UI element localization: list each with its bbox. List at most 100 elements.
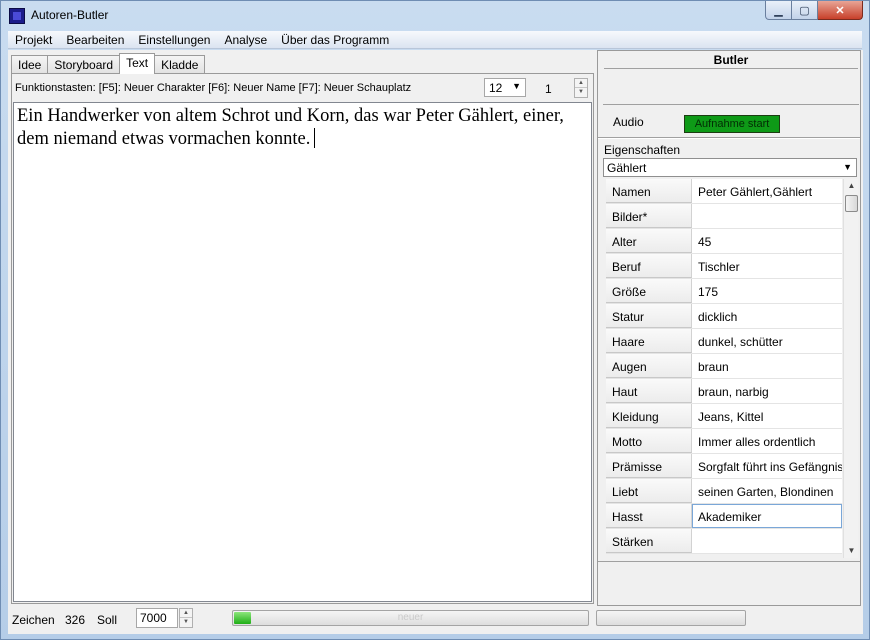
character-select[interactable]: Gählert ▼ [603,158,857,177]
target-input[interactable]: 7000 [136,608,178,628]
property-row: Bilder* [606,204,842,229]
property-value[interactable]: Sorgfalt führt ins Gefängnis [692,454,842,478]
property-row: Liebt seinen Garten, Blondinen [606,479,842,504]
property-value[interactable] [692,204,842,228]
properties-label: Eigenschaften [604,143,681,157]
property-value[interactable]: Peter Gählert,Gählert [692,179,842,203]
property-name: Haare [606,329,692,353]
tab-storyboard[interactable]: Storyboard [47,55,121,73]
property-name: Kleidung [606,404,692,428]
property-name: Motto [606,429,692,453]
editor-text: Ein Handwerker von altem Schrot und Korn… [17,106,564,149]
property-row: Haare dunkel, schütter [606,329,842,354]
stepper-up-icon[interactable]: ▲ [575,79,587,88]
secondary-progress-bar [596,610,746,626]
property-name: Prämisse [606,454,692,478]
stepper-down-icon[interactable]: ▼ [575,88,587,97]
property-value[interactable]: 45 [692,229,842,253]
property-name: Statur [606,304,692,328]
property-name: Namen [606,179,692,203]
property-value[interactable]: braun, narbig [692,379,842,403]
stepper-up-icon[interactable]: ▲ [180,609,192,618]
target-label: Soll [97,613,118,627]
property-row: Prämisse Sorgfalt führt ins Gefängnis [606,454,842,479]
minimize-icon: ▁ [774,4,783,17]
tab-text[interactable]: Text [119,53,156,74]
progress-bar: neuer [232,610,589,626]
divider [598,137,860,139]
property-row: Haut braun, narbig [606,379,842,404]
tab-idee[interactable]: Idee [11,55,49,73]
property-value[interactable]: Immer alles ordentlich [692,429,842,453]
property-row: Augen braun [606,354,842,379]
property-value[interactable]: seinen Garten, Blondinen [692,479,842,503]
butler-title: Butler [604,53,858,69]
font-size-value: 12 [489,81,503,95]
page-number: 1 [545,82,552,96]
property-name: Augen [606,354,692,378]
property-name: Größe [606,279,692,303]
property-name: Stärken [606,529,692,553]
maximize-icon: ▢ [799,4,810,17]
dropdown-arrow-icon: ▼ [843,162,852,172]
record-start-button[interactable]: Aufnahme start [684,115,780,133]
property-value[interactable]: dunkel, schütter [692,329,842,353]
title-bar[interactable]: Autoren-Butler ▁ ▢ ✕ [1,1,869,30]
text-panel: Funktionstasten: [F5]: Neuer Charakter [… [11,73,594,604]
function-keys-hint: Funktionstasten: [F5]: Neuer Charakter [… [15,82,412,94]
property-name: Bilder* [606,204,692,228]
property-value[interactable] [692,529,842,553]
property-row: Stärken [606,529,842,554]
maximize-button[interactable]: ▢ [792,1,818,20]
property-value[interactable]: Akademiker [692,504,842,528]
menu-about[interactable]: Über das Programm [274,33,396,47]
stepper-down-icon[interactable]: ▼ [180,618,192,627]
scroll-thumb[interactable] [845,195,858,212]
property-row: Hasst Akademiker [606,504,842,529]
close-icon: ✕ [835,4,845,17]
character-select-value: Gählert [607,161,647,175]
property-row: Namen Peter Gählert,Gählert [606,179,842,204]
target-stepper[interactable]: ▲ ▼ [179,608,193,628]
properties-scrollbar[interactable]: ▲ ▼ [843,179,858,558]
app-window: Autoren-Butler ▁ ▢ ✕ Projekt Bearbeiten … [0,0,870,640]
status-bar: Zeichen 326 Soll 7000 ▲ ▼ neuer [8,606,863,634]
minimize-button[interactable]: ▁ [765,1,792,20]
property-name: Haut [606,379,692,403]
property-row: Größe 175 [606,279,842,304]
close-button[interactable]: ✕ [818,1,863,20]
property-value[interactable]: braun [692,354,842,378]
property-value[interactable]: 175 [692,279,842,303]
menu-analyse[interactable]: Analyse [217,33,274,47]
tab-kladde[interactable]: Kladde [154,55,206,73]
chars-count: 326 [65,613,86,627]
property-name: Liebt [606,479,692,503]
menu-projekt[interactable]: Projekt [8,33,59,47]
menu-bearbeiten[interactable]: Bearbeiten [59,33,131,47]
text-editor[interactable]: Ein Handwerker von altem Schrot und Korn… [13,102,592,602]
font-size-select[interactable]: 12 ▼ [484,78,526,97]
scroll-up-icon[interactable]: ▲ [844,179,859,193]
scroll-down-icon[interactable]: ▼ [844,544,859,558]
butler-panel: Butler Audio Aufnahme start Eigenschafte… [597,50,861,606]
text-caret [314,128,316,148]
menu-einstellungen[interactable]: Einstellungen [131,33,217,47]
menu-bar: Projekt Bearbeiten Einstellungen Analyse… [8,31,862,49]
property-value[interactable]: Jeans, Kittel [692,404,842,428]
page-stepper[interactable]: ▲ ▼ [574,78,588,98]
property-value[interactable]: Tischler [692,254,842,278]
chars-label: Zeichen [12,613,55,627]
butler-message-area [603,69,859,105]
property-name: Beruf [606,254,692,278]
window-title: Autoren-Butler [31,8,109,22]
progress-text: neuer [397,612,424,623]
dropdown-arrow-icon: ▼ [512,81,521,91]
butler-bottom-area [598,561,860,605]
tab-strip: Idee Storyboard Text Kladde [11,53,206,74]
properties-grid: Namen Peter Gählert,Gählert Bilder* Alte… [606,179,842,558]
property-value[interactable]: dicklich [692,304,842,328]
audio-label: Audio [613,115,644,129]
property-row: Motto Immer alles ordentlich [606,429,842,454]
property-row: Kleidung Jeans, Kittel [606,404,842,429]
property-name: Hasst [606,504,692,528]
